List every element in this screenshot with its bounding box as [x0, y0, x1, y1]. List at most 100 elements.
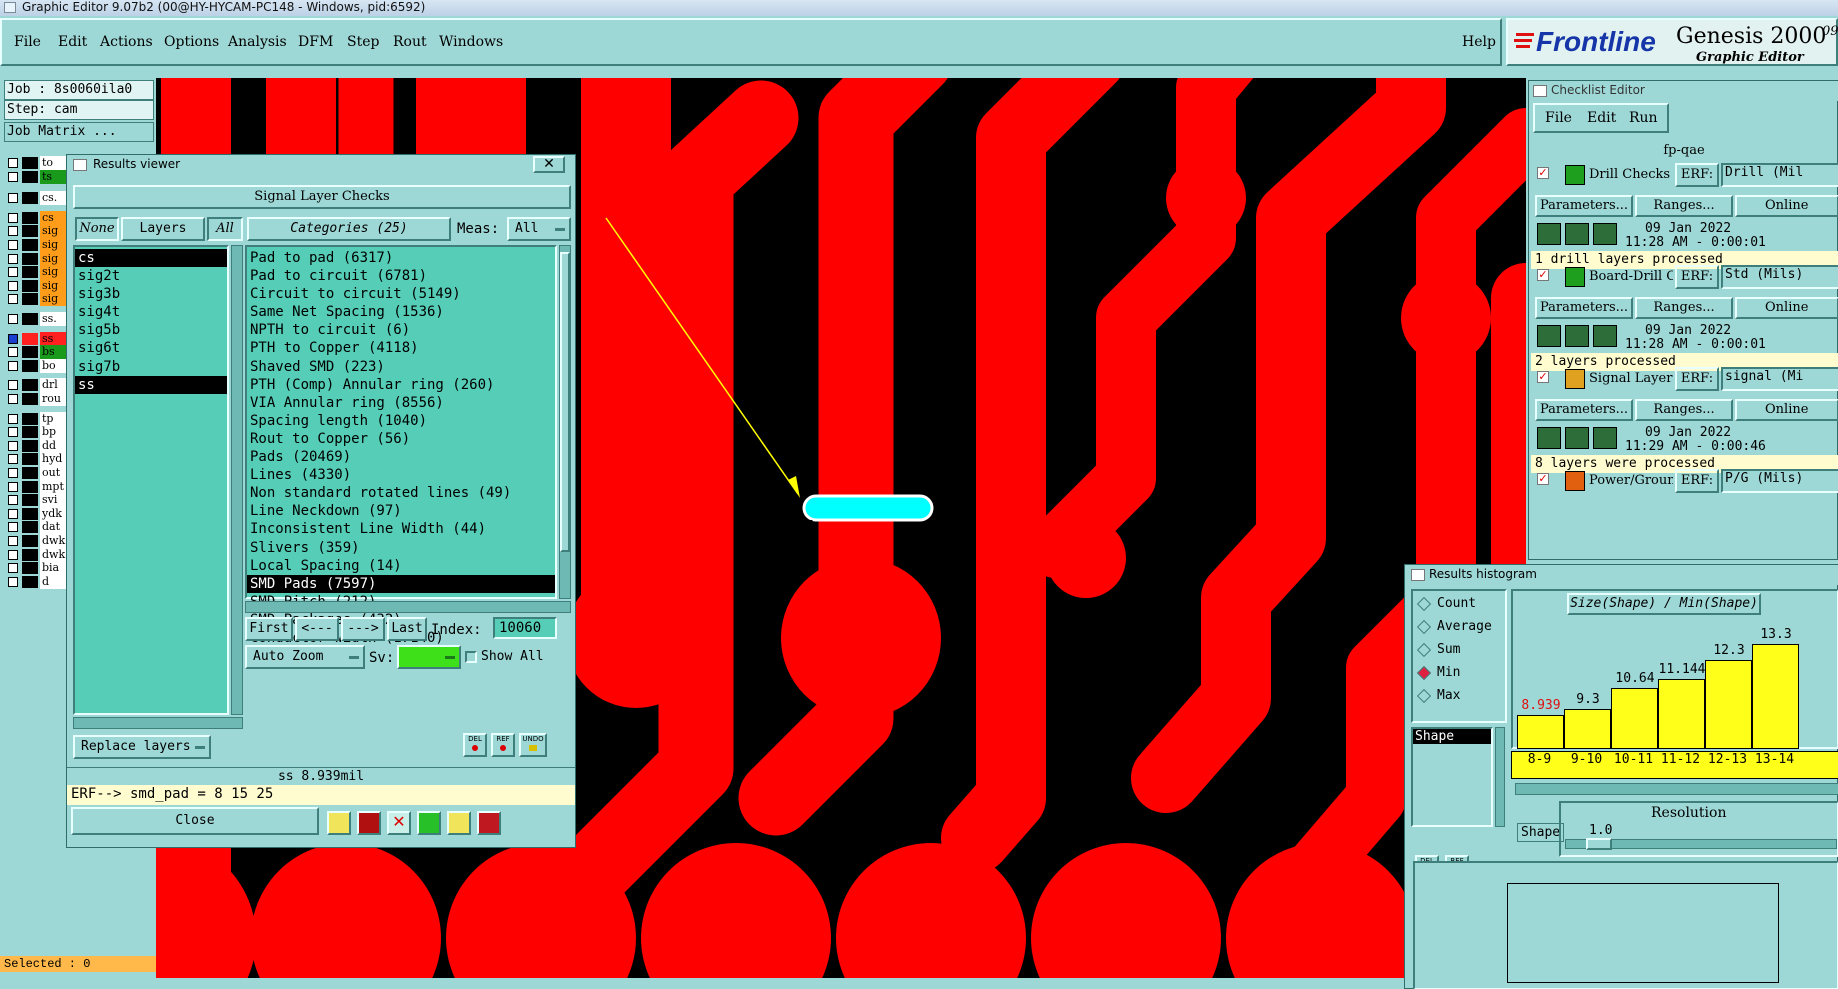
- category-scrollbar[interactable]: [559, 245, 571, 599]
- category-item[interactable]: Spacing length (1040): [247, 412, 555, 430]
- check-enable-checkbox[interactable]: ✓: [1537, 473, 1549, 485]
- pin-icon[interactable]: [327, 811, 351, 835]
- layer-list-item[interactable]: cs: [75, 249, 227, 268]
- layer-color-swatch[interactable]: [22, 535, 38, 547]
- ranges-button[interactable]: Ranges...: [1635, 297, 1733, 319]
- erf-field[interactable]: P/G (Mils): [1721, 469, 1838, 493]
- layer-color-swatch[interactable]: [22, 548, 38, 561]
- menu-options[interactable]: Options: [164, 34, 219, 50]
- layer-row[interactable]: sig: [6, 224, 70, 239]
- category-item[interactable]: Pad to circuit (6781): [247, 267, 555, 285]
- erf-button[interactable]: ERF:: [1675, 265, 1719, 289]
- menu-edit[interactable]: Edit: [58, 34, 87, 50]
- next-button[interactable]: --->: [341, 617, 385, 641]
- category-item[interactable]: PTH (Comp) Annular ring (260): [247, 376, 555, 394]
- show-results-icon[interactable]: [1565, 427, 1589, 449]
- layer-color-swatch[interactable]: [22, 157, 38, 169]
- layer-row[interactable]: dd: [6, 438, 70, 453]
- layer-row[interactable]: bs: [6, 345, 70, 360]
- category-scroll-thumb[interactable]: [560, 252, 570, 552]
- check-enable-checkbox[interactable]: ✓: [1537, 167, 1549, 179]
- show-results-icon[interactable]: [1565, 325, 1589, 347]
- online-button[interactable]: Online: [1735, 297, 1838, 319]
- layer-row[interactable]: sig: [6, 292, 70, 307]
- layer-color-swatch[interactable]: [22, 170, 38, 183]
- layer-row[interactable]: sig: [6, 238, 70, 252]
- histogram-bar[interactable]: [1752, 644, 1799, 749]
- mode-radio-max[interactable]: Max: [1416, 687, 1507, 707]
- close-icon[interactable]: ✕: [533, 156, 565, 173]
- layer-row[interactable]: rou: [6, 392, 70, 406]
- run-icon[interactable]: [1537, 427, 1561, 449]
- sv-color-dropdown[interactable]: [397, 645, 461, 669]
- layer-list-hscrollbar[interactable]: [73, 717, 243, 729]
- layer-row[interactable]: cs.: [6, 191, 70, 206]
- ranges-button[interactable]: Ranges...: [1635, 399, 1733, 421]
- close-button[interactable]: Close: [71, 807, 319, 835]
- erf-field[interactable]: Drill (Mil: [1721, 163, 1838, 187]
- check-name[interactable]: Signal Layer Ch: [1589, 371, 1673, 386]
- category-item[interactable]: Rout to Copper (56): [247, 430, 555, 448]
- mode-radio-min[interactable]: Min: [1416, 664, 1507, 684]
- menu-windows[interactable]: Windows: [439, 34, 503, 50]
- shape-list[interactable]: Shape: [1411, 727, 1493, 827]
- erf-button[interactable]: ERF:: [1675, 163, 1719, 187]
- category-item[interactable]: VIA Annular ring (8556): [247, 394, 555, 412]
- erf-button[interactable]: ERF:: [1675, 469, 1719, 493]
- category-item[interactable]: Slivers (359): [247, 539, 555, 557]
- view-icon[interactable]: [1593, 223, 1617, 245]
- layer-checkbox[interactable]: [8, 549, 18, 560]
- layer-checkbox[interactable]: [8, 508, 18, 519]
- index-field[interactable]: 10060: [493, 617, 557, 639]
- layer-checkbox[interactable]: [8, 193, 18, 204]
- layer-color-swatch[interactable]: [22, 313, 38, 325]
- layer-row[interactable]: bo: [6, 358, 70, 373]
- menu-file[interactable]: File: [14, 34, 41, 50]
- erf-field[interactable]: signal (Mi: [1721, 367, 1838, 391]
- mode-radio-average[interactable]: Average: [1416, 618, 1507, 638]
- window-menu-icon[interactable]: [73, 159, 87, 171]
- layer-checkbox[interactable]: [8, 536, 18, 546]
- layer-row[interactable]: svi: [6, 493, 70, 508]
- layer-checkbox[interactable]: [8, 495, 18, 506]
- checklist-editor-titlebar[interactable]: Checklist Editor: [1529, 81, 1838, 101]
- layer-color-swatch[interactable]: [22, 359, 38, 372]
- layer-checkbox[interactable]: [8, 253, 18, 264]
- erf-field[interactable]: Std (Mils): [1721, 265, 1838, 289]
- layer-results-list[interactable]: cs sig2t sig3b sig4t sig5b sig6t sig7b ss: [73, 245, 229, 715]
- category-item[interactable]: Circuit to circuit (5149): [247, 285, 555, 303]
- layer-row[interactable]: d: [6, 574, 70, 589]
- layer-color-swatch[interactable]: [22, 562, 38, 575]
- all-button[interactable]: All: [207, 217, 243, 241]
- layer-list-scrollbar[interactable]: [231, 245, 243, 715]
- layer-checkbox[interactable]: [8, 468, 18, 478]
- layer-checkbox[interactable]: [8, 481, 18, 492]
- layer-color-swatch[interactable]: [22, 426, 38, 439]
- layer-row[interactable]: bp: [6, 425, 70, 440]
- layer-row[interactable]: sig: [6, 278, 70, 293]
- layer-color-swatch[interactable]: [22, 439, 38, 452]
- layer-color-swatch[interactable]: [22, 192, 38, 205]
- category-item[interactable]: SMD Pads (7597): [247, 574, 555, 593]
- layer-color-swatch[interactable]: [22, 346, 38, 359]
- menu-dfm[interactable]: DFM: [298, 34, 333, 50]
- check-name[interactable]: Power/Ground C: [1589, 473, 1673, 488]
- layer-color-swatch[interactable]: [22, 293, 38, 306]
- layer-color-swatch[interactable]: [22, 521, 38, 534]
- layer-row[interactable]: mpt: [6, 479, 70, 494]
- category-item[interactable]: PTH to Copper (4118): [247, 339, 555, 357]
- layer-row[interactable]: dwk: [6, 534, 70, 548]
- menu-analysis[interactable]: Analysis: [228, 34, 287, 50]
- histogram-icon[interactable]: [477, 811, 501, 835]
- show-results-icon[interactable]: [1565, 223, 1589, 245]
- online-button[interactable]: Online: [1735, 399, 1838, 421]
- parameters-button[interactable]: Parameters...: [1535, 195, 1633, 217]
- ce-menu-run[interactable]: Run: [1629, 110, 1658, 126]
- layer-row[interactable]: drl: [6, 378, 70, 393]
- layer-checkbox[interactable]: [8, 314, 18, 324]
- layer-checkbox[interactable]: [8, 212, 18, 223]
- category-item[interactable]: Local Spacing (14): [247, 557, 555, 575]
- histogram-bar[interactable]: [1517, 715, 1564, 749]
- layer-checkbox[interactable]: [8, 294, 18, 305]
- category-item[interactable]: Pad to pad (6317): [247, 249, 555, 267]
